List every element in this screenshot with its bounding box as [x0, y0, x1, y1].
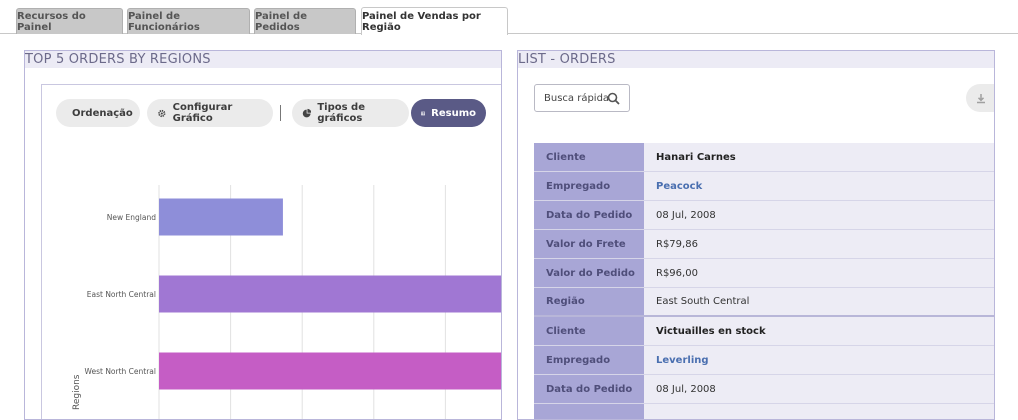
employee-link[interactable]: Leverling	[644, 346, 994, 374]
field-value: R$79,86	[644, 230, 994, 258]
field-value: East South Central	[644, 288, 994, 315]
field-label: Empregado	[534, 346, 644, 374]
list-row[interactable]: Empregado Peacock	[534, 172, 994, 201]
tab-bar: Recursos do Painel Painel de Funcionário…	[0, 0, 1018, 35]
list-row[interactable]: Valor do Pedido R$96,00	[534, 259, 994, 288]
field-value: 08 Jul, 2008	[644, 375, 994, 403]
tab-painel-de-funcionarios[interactable]: Painel de Funcionários	[127, 8, 250, 34]
field-value	[644, 404, 994, 419]
tab-painel-de-vendas-por-regiao[interactable]: Painel de Vendas por Região	[361, 7, 508, 35]
field-label: Cliente	[534, 317, 644, 345]
quick-search-input[interactable]: Busca rápida	[534, 84, 630, 112]
category-tick-label: West North Central	[85, 367, 157, 376]
list-row[interactable]: Região East South Central	[534, 288, 994, 317]
field-value: Hanari Carnes	[644, 143, 994, 171]
field-value: R$96,00	[644, 259, 994, 287]
list-orders-panel: LIST - ORDERS Busca rápida Cliente Hanari…	[517, 50, 995, 420]
category-tick-label: East North Central	[87, 290, 156, 299]
list-row[interactable]: Cliente Victuailles en stock	[534, 317, 994, 346]
list-row[interactable]: Data do Pedido 08 Jul, 2008	[534, 375, 994, 404]
field-label: Cliente	[534, 143, 644, 171]
field-label: Data do Pedido	[534, 201, 644, 229]
download-button[interactable]	[966, 84, 994, 112]
panel-title: LIST - ORDERS	[518, 51, 994, 68]
employee-link[interactable]: Peacock	[644, 172, 994, 200]
field-label: Data do Pedido	[534, 375, 644, 403]
y-axis-label: Regions	[72, 374, 82, 410]
field-label: Empregado	[534, 172, 644, 200]
panel-title: TOP 5 ORDERS BY REGIONS	[25, 51, 501, 68]
bar[interactable]	[159, 198, 283, 236]
bar[interactable]	[159, 352, 502, 390]
field-label	[534, 404, 644, 419]
bar[interactable]	[159, 275, 502, 313]
tab-recursos-do-painel[interactable]: Recursos do Painel	[16, 8, 123, 34]
list-row[interactable]: Empregado Leverling	[534, 346, 994, 375]
field-value: 08 Jul, 2008	[644, 201, 994, 229]
field-label: Valor do Pedido	[534, 259, 644, 287]
category-tick-label: New England	[107, 213, 156, 222]
search-placeholder: Busca rápida	[544, 92, 610, 104]
tab-painel-de-pedidos[interactable]: Painel de Pedidos	[254, 8, 356, 34]
search-icon	[607, 92, 620, 105]
chart-card: Ordenação Configurar Gráfico Tipos de gr…	[41, 84, 502, 419]
bar-chart: New England East North Central West North …	[72, 185, 502, 419]
top-orders-panel: TOP 5 ORDERS BY REGIONS Ordenação Config…	[24, 50, 502, 420]
field-label: Região	[534, 288, 644, 315]
orders-list: Cliente Hanari Carnes Empregado Peacock Data…	[534, 143, 994, 419]
list-row[interactable]: Cliente Hanari Carnes	[534, 143, 994, 172]
field-label: Valor do Frete	[534, 230, 644, 258]
list-row[interactable]: Data do Pedido 08 Jul, 2008	[534, 201, 994, 230]
download-icon	[977, 93, 985, 103]
list-row[interactable]	[534, 404, 994, 419]
list-row[interactable]: Valor do Frete R$79,86	[534, 230, 994, 259]
field-value: Victuailles en stock	[644, 317, 994, 345]
